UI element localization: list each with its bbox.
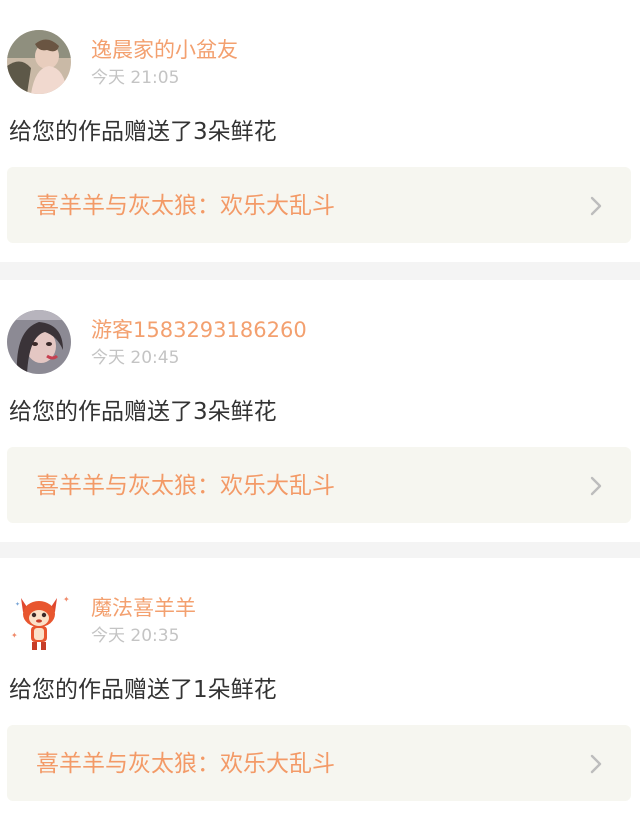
work-title: 喜羊羊与灰太狼：欢乐大乱斗 [36, 473, 335, 499]
user-photo-icon [7, 30, 71, 94]
avatar[interactable] [7, 310, 71, 374]
gift-message: 给您的作品赠送了3朵鲜花 [9, 399, 277, 425]
notification-card: ✦ ✦ ✦ 魔法喜羊羊 今天 20:35 给您的作品赠送了1朵鲜花 喜羊羊与灰太… [0, 558, 640, 835]
timestamp: 今天 20:35 [91, 626, 180, 646]
avatar[interactable]: ✦ ✦ ✦ [7, 588, 71, 652]
notification-header: 游客1583293186260 今天 20:45 [0, 280, 640, 390]
notification-card: 逸晨家的小盆友 今天 21:05 给您的作品赠送了3朵鲜花 喜羊羊与灰太狼：欢乐… [0, 0, 640, 262]
svg-text:✦: ✦ [15, 601, 20, 608]
svg-text:✦: ✦ [63, 595, 70, 604]
gift-message: 给您的作品赠送了3朵鲜花 [9, 119, 277, 145]
chevron-right-icon [590, 196, 602, 216]
chevron-right-icon [590, 476, 602, 496]
work-title: 喜羊羊与灰太狼：欢乐大乱斗 [36, 193, 335, 219]
work-title: 喜羊羊与灰太狼：欢乐大乱斗 [36, 751, 335, 777]
chevron-right-icon [590, 754, 602, 774]
user-photo-icon [7, 310, 71, 374]
svg-text:✦: ✦ [11, 631, 18, 640]
notification-header: 逸晨家的小盆友 今天 21:05 [0, 0, 640, 110]
notification-card: 游客1583293186260 今天 20:45 给您的作品赠送了3朵鲜花 喜羊… [0, 280, 640, 542]
user-name[interactable]: 游客1583293186260 [91, 317, 307, 343]
timestamp: 今天 20:45 [91, 348, 180, 368]
work-link[interactable]: 喜羊羊与灰太狼：欢乐大乱斗 [7, 167, 631, 243]
cartoon-wolf-avatar-icon: ✦ ✦ ✦ [7, 588, 71, 652]
gift-message: 给您的作品赠送了1朵鲜花 [9, 677, 277, 703]
user-name[interactable]: 逸晨家的小盆友 [91, 37, 238, 63]
timestamp: 今天 21:05 [91, 68, 180, 88]
notification-header: ✦ ✦ ✦ 魔法喜羊羊 今天 20:35 [0, 558, 640, 668]
avatar[interactable] [7, 30, 71, 94]
user-name[interactable]: 魔法喜羊羊 [91, 595, 196, 621]
notification-feed: 逸晨家的小盆友 今天 21:05 给您的作品赠送了3朵鲜花 喜羊羊与灰太狼：欢乐… [0, 0, 640, 835]
work-link[interactable]: 喜羊羊与灰太狼：欢乐大乱斗 [7, 725, 631, 801]
work-link[interactable]: 喜羊羊与灰太狼：欢乐大乱斗 [7, 447, 631, 523]
